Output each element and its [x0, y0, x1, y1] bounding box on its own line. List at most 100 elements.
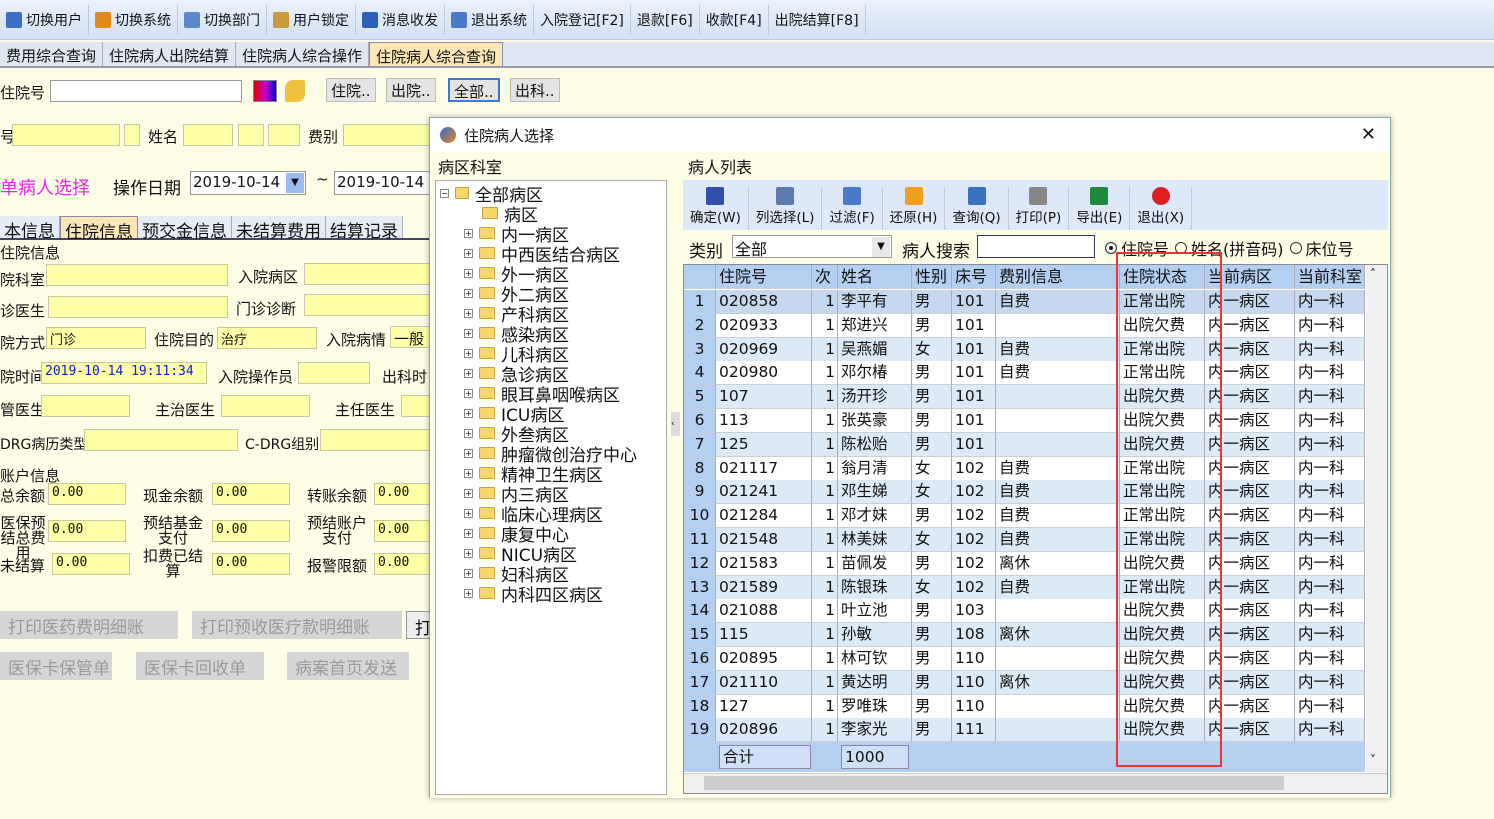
sex-field[interactable]: [238, 124, 264, 146]
splitter-handle[interactable]: ‹: [671, 412, 680, 436]
toolbar-button-9[interactable]: 出院结算[F8]: [769, 4, 866, 35]
toolbar-button-7[interactable]: 退款[F6]: [631, 4, 700, 35]
account-value-8[interactable]: 0.00: [374, 553, 434, 575]
ward-tree[interactable]: − 全部病区 病区 + 内一病区 + 中西医结合病区 + 外一病区 + 外二病区 + 产科病区 + 感染病区…: [435, 180, 667, 795]
tree-node[interactable]: + 内科四区病区: [464, 583, 603, 606]
toolbar-button-4[interactable]: 查询(Q): [945, 187, 1009, 230]
single-patient-select-link[interactable]: 单病人选择: [0, 174, 90, 200]
discharged-button[interactable]: 出院..: [386, 78, 436, 102]
account-value-2[interactable]: 0.00: [374, 483, 434, 505]
toolbar-button-1[interactable]: 切换系统: [89, 4, 178, 35]
toolbar-button-2[interactable]: 过滤(F): [822, 187, 883, 230]
scroll-down-icon[interactable]: ˅: [1370, 753, 1376, 767]
vertical-scrollbar[interactable]: [1366, 265, 1387, 773]
date-to-picker[interactable]: 2019-10-14: [334, 171, 434, 195]
chevron-down-icon[interactable]: ▼: [872, 237, 890, 257]
toolbar-button-5[interactable]: 退出系统: [445, 4, 534, 35]
toolbar-button-1[interactable]: 列选择(L): [749, 187, 823, 230]
bottom-button-1[interactable]: 打印预收医疗款明细账: [192, 611, 402, 639]
toolbar-button-3[interactable]: 还原(H): [883, 187, 946, 230]
collapse-icon[interactable]: −: [440, 188, 449, 198]
expand-icon[interactable]: +: [464, 528, 473, 538]
bottom-button-0[interactable]: 打印医药费明细账: [0, 611, 178, 639]
radio-unchecked-icon[interactable]: [1289, 242, 1302, 254]
bottom-button-3[interactable]: 医保卡保管单: [0, 652, 112, 680]
diag-field[interactable]: [304, 294, 434, 316]
expand-icon[interactable]: +: [464, 288, 473, 298]
admission-time-picker[interactable]: 2019-10-14 19:11:34: [41, 362, 207, 384]
toolbar-button-8[interactable]: 收款[F4]: [700, 4, 769, 35]
age-field[interactable]: [268, 124, 300, 146]
account-value-0[interactable]: 0.00: [48, 483, 126, 505]
chevron-down-icon[interactable]: ▼: [286, 173, 304, 193]
category-select[interactable]: 全部 ▼: [732, 235, 892, 259]
toolbar-button-6[interactable]: 导出(E): [1069, 187, 1131, 230]
resident-doctor-field[interactable]: [41, 395, 130, 417]
tab-3[interactable]: 住院病人综合查询: [369, 42, 504, 66]
tab-2[interactable]: 住院病人综合操作: [236, 42, 370, 66]
name-field[interactable]: [183, 124, 233, 146]
tab-0[interactable]: 费用综合查询: [0, 42, 104, 66]
subtab-2[interactable]: 预交金信息: [138, 216, 232, 242]
fee-field[interactable]: [343, 124, 433, 146]
expand-icon[interactable]: +: [464, 228, 473, 238]
expand-icon[interactable]: +: [464, 348, 473, 358]
expand-icon[interactable]: +: [464, 408, 473, 418]
expand-icon[interactable]: +: [464, 468, 473, 478]
expand-icon[interactable]: +: [464, 328, 473, 338]
toolbar-button-4[interactable]: 消息收发: [356, 4, 445, 35]
expand-icon[interactable]: +: [464, 248, 473, 258]
expand-icon[interactable]: +: [464, 448, 473, 458]
ward-field[interactable]: [304, 263, 434, 285]
expand-icon[interactable]: +: [464, 268, 473, 278]
expand-icon[interactable]: +: [464, 488, 473, 498]
all-button[interactable]: 全部..: [448, 78, 500, 102]
toolbar-button-5[interactable]: 打印(P): [1009, 187, 1070, 230]
broom-clear-icon[interactable]: [285, 80, 305, 102]
account-value-7[interactable]: 0.00: [212, 553, 290, 575]
subtab-4[interactable]: 结算记录: [326, 216, 403, 242]
expand-icon[interactable]: +: [464, 388, 473, 398]
subtab-0[interactable]: 本信息: [0, 216, 60, 242]
drg-type-field[interactable]: [84, 429, 238, 451]
dept-field[interactable]: [46, 264, 228, 286]
expand-icon[interactable]: +: [464, 428, 473, 438]
toolbar-button-0[interactable]: 切换用户: [0, 4, 89, 35]
toolbar-button-0[interactable]: 确定(W): [683, 187, 749, 230]
drg-group-field[interactable]: [320, 429, 434, 451]
expand-icon[interactable]: +: [464, 548, 473, 558]
date-from-picker[interactable]: 2019-10-14 ▼: [190, 171, 306, 195]
horizontal-scroll-thumb[interactable]: [704, 776, 1284, 790]
operator-field[interactable]: [298, 362, 370, 384]
no-field[interactable]: [12, 124, 120, 146]
expand-icon[interactable]: +: [464, 508, 473, 518]
inpatient-no-input[interactable]: [50, 80, 242, 102]
subtab-1[interactable]: 住院信息: [60, 216, 138, 243]
patient-search-input[interactable]: [977, 235, 1095, 258]
attending-doctor-field[interactable]: [221, 395, 310, 417]
dept-out-button[interactable]: 出科..: [510, 78, 560, 102]
expand-icon[interactable]: +: [464, 308, 473, 318]
scroll-up-icon[interactable]: ˄: [1370, 267, 1376, 281]
toolbar-button-6[interactable]: 入院登记[F2]: [534, 4, 631, 35]
card-reader-icon[interactable]: [253, 80, 277, 102]
tab-1[interactable]: 住院病人出院结算: [103, 42, 237, 66]
toolbar-button-2[interactable]: 切换部门: [178, 4, 267, 35]
expand-icon[interactable]: +: [464, 368, 473, 378]
admission-mode-select[interactable]: 门诊: [46, 327, 146, 349]
account-value-6[interactable]: 0.00: [52, 553, 130, 575]
expand-icon[interactable]: +: [464, 588, 473, 598]
condition-field[interactable]: 一般: [390, 326, 434, 348]
purpose-select[interactable]: 治疗: [217, 327, 317, 349]
bottom-button-4[interactable]: 医保卡回收单: [136, 652, 264, 680]
toolbar-button-7[interactable]: 退出(X): [1130, 187, 1193, 230]
toolbar-button-3[interactable]: 用户锁定: [267, 4, 356, 35]
subtab-3[interactable]: 未结算费用: [232, 216, 326, 242]
account-value-5[interactable]: 0.00: [374, 520, 434, 542]
close-icon[interactable]: ✕: [1361, 124, 1376, 145]
bottom-button-5[interactable]: 病案首页发送: [287, 652, 409, 680]
doctor-field[interactable]: [48, 296, 228, 318]
inpatient-button[interactable]: 住院..: [326, 78, 376, 102]
radio-2[interactable]: 床位号: [1289, 236, 1354, 260]
expand-icon[interactable]: +: [464, 568, 473, 578]
